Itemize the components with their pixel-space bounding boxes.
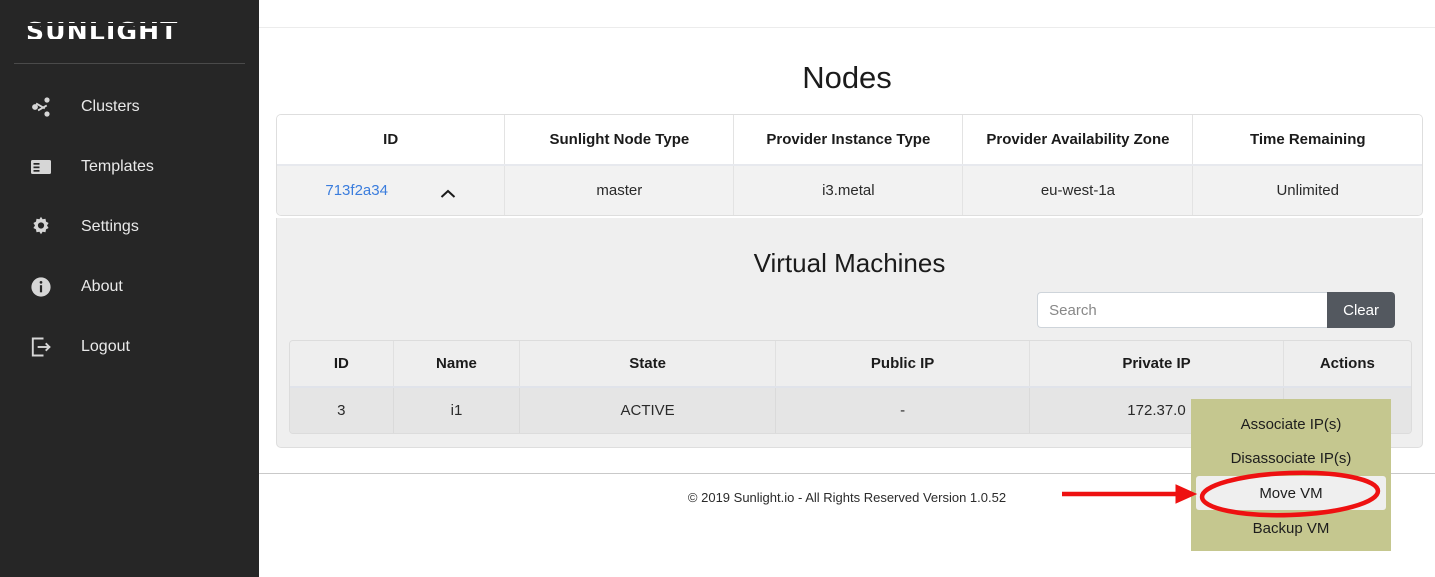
time-remaining-cell: Unlimited (1192, 164, 1422, 215)
column-header-actions[interactable]: Actions (1283, 341, 1411, 387)
column-header-name[interactable]: Name (393, 341, 521, 387)
window-icon (28, 154, 54, 180)
sidebar-item-label: Clusters (81, 98, 140, 115)
sidebar-item-about[interactable]: About (0, 267, 259, 307)
vm-public-ip-cell: - (775, 386, 1031, 433)
availability-zone-cell: eu-west-1a (962, 164, 1194, 215)
sidebar-item-label: Logout (81, 338, 130, 355)
table-header-row: ID Name State Public IP Private IP Actio… (290, 341, 1411, 387)
column-header-id[interactable]: ID (277, 115, 506, 165)
column-header-time-remaining[interactable]: Time Remaining (1192, 115, 1422, 165)
menu-item-move-vm[interactable]: Move VM (1196, 476, 1386, 510)
sidebar-item-label: About (81, 278, 123, 295)
column-header-state[interactable]: State (519, 341, 776, 387)
node-id-cell: 713f2a34 (277, 164, 506, 215)
app-root: SUNLIGHT Clusters Templates Settings Abo… (0, 0, 1435, 577)
menu-item-backup-vm[interactable]: Backup VM (1191, 512, 1391, 544)
logout-icon (28, 334, 54, 360)
sidebar-item-label: Templates (81, 158, 154, 175)
search-input[interactable] (1037, 292, 1328, 328)
gear-icon (28, 214, 54, 240)
column-header-public-ip[interactable]: Public IP (775, 341, 1031, 387)
sidebar-item-label: Settings (81, 218, 139, 235)
sidebar-item-clusters[interactable]: Clusters (0, 87, 259, 127)
column-header-provider-instance-type[interactable]: Provider Instance Type (733, 115, 964, 165)
info-icon (28, 274, 54, 300)
nodes-table-card: ID Sunlight Node Type Provider Instance … (276, 114, 1423, 216)
top-divider (259, 27, 1435, 28)
search-bar: Clear (1037, 292, 1395, 328)
sidebar: SUNLIGHT Clusters Templates Settings Abo… (0, 0, 259, 577)
column-header-id[interactable]: ID (290, 341, 394, 387)
column-header-private-ip[interactable]: Private IP (1029, 341, 1284, 387)
actions-dropdown-menu: Associate IP(s) Disassociate IP(s) Move … (1191, 399, 1391, 551)
chevron-up-icon[interactable] (440, 186, 456, 198)
share-icon (28, 94, 54, 120)
virtual-machines-title: Virtual Machines (753, 248, 946, 278)
clear-button[interactable]: Clear (1327, 292, 1395, 328)
vm-name-cell: i1 (393, 386, 521, 433)
node-id-link[interactable]: 713f2a34 (325, 182, 388, 199)
table-header-row: ID Sunlight Node Type Provider Instance … (277, 115, 1422, 165)
sidebar-item-logout[interactable]: Logout (0, 327, 259, 367)
menu-item-associate-ips[interactable]: Associate IP(s) (1191, 408, 1391, 440)
instance-type-cell: i3.metal (733, 164, 964, 215)
menu-item-disassociate-ips[interactable]: Disassociate IP(s) (1191, 442, 1391, 474)
page-title: Nodes (802, 60, 892, 95)
table-row[interactable]: 713f2a34 master i3.metal eu-west-1a Unli… (277, 164, 1422, 215)
brand-logo[interactable]: SUNLIGHT (0, 0, 259, 63)
column-header-sunlight-node-type[interactable]: Sunlight Node Type (504, 115, 735, 165)
vm-state-cell: ACTIVE (519, 386, 776, 433)
brand-text: SUNLIGHT (26, 17, 179, 46)
column-header-provider-availability-zone[interactable]: Provider Availability Zone (962, 115, 1194, 165)
nodes-table: ID Sunlight Node Type Provider Instance … (277, 115, 1422, 215)
sidebar-nav: Clusters Templates Settings About Logout (0, 64, 259, 367)
vm-id-cell: 3 (290, 386, 394, 433)
node-type-cell: master (504, 164, 735, 215)
sidebar-item-settings[interactable]: Settings (0, 207, 259, 247)
sidebar-item-templates[interactable]: Templates (0, 147, 259, 187)
